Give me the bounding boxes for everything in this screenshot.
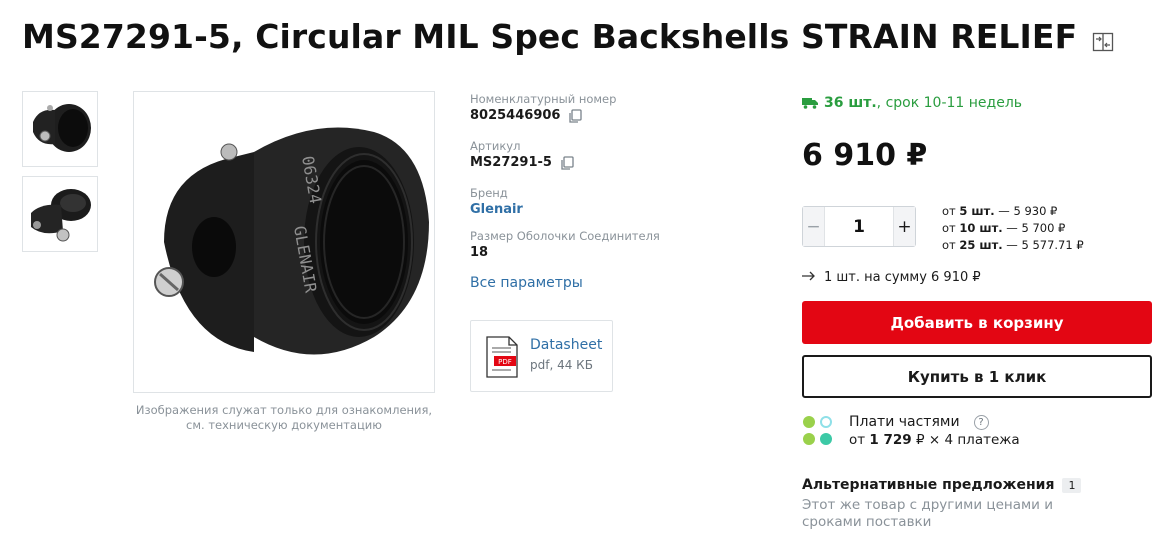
help-icon[interactable]: ? [973,414,989,430]
quantity-decrease-button[interactable]: − [803,207,825,246]
quantity-input[interactable] [825,207,893,246]
add-to-cart-button[interactable]: Добавить в корзину [802,301,1152,344]
price-tiers: от 5 шт. — 5 930 ₽ от 10 шт. — 5 700 ₽ о… [942,203,1084,254]
truck-icon [802,97,818,109]
spec-brand: Бренд Glenair [470,186,523,219]
price-tier: от 10 шт. — 5 700 ₽ [942,221,1066,235]
spec-article: Артикул MS27291-5 [470,139,574,172]
installments-amount: от 1 729 ₽ × 4 платежа [849,432,1020,448]
price-tier: от 25 шт. — 5 577.71 ₽ [942,238,1084,252]
image-disclaimer: Изображения служат только для ознакомлен… [135,403,433,432]
datasheet-card[interactable]: PDF Datasheet pdf, 44 КБ [470,320,613,392]
product-title: MS27291-5, Circular MIL Spec Backshells … [22,17,1078,56]
stock-term: , срок 10-11 недель [876,95,1023,111]
copy-icon[interactable] [560,155,574,171]
stock-quantity: 36 шт. [824,95,877,111]
gallery-thumbnail-1[interactable] [22,91,98,167]
buy-one-click-button[interactable]: Купить в 1 клик [802,355,1152,398]
alternatives-description: Этот же товар с другими ценами и сроками… [802,497,1054,530]
spec-shell-size: Размер Оболочки Соединителя 18 [470,229,660,262]
spec-label: Бренд [470,186,508,200]
installments-title: Плати частями [849,414,960,430]
price-tier: от 5 шт. — 5 930 ₽ [942,204,1058,218]
datasheet-meta: pdf, 44 КБ [530,358,593,372]
gallery-thumbnail-2[interactable] [22,176,98,252]
spec-label: Размер Оболочки Соединителя [470,229,660,243]
spec-value: 18 [470,245,489,260]
alternatives-link[interactable]: Альтернативные предложения 1 [802,477,1082,493]
spec-label: Номенклатурный номер [470,92,617,106]
split-payment-logo-icon [802,414,836,448]
quantity-stepper: − + [802,206,916,247]
product-price: 6 910 ₽ [802,138,928,173]
total-sum-text: 1 шт. на сумму 6 910 ₽ [824,270,981,285]
brand-link[interactable]: Glenair [470,201,523,219]
alternatives-title: Альтернативные предложения [802,477,1055,493]
spec-catalog-number: Номенклатурный номер 8025446906 [470,92,616,125]
copy-icon[interactable] [568,108,583,124]
stock-status: 36 шт., срок 10-11 недель [802,95,1022,111]
alternatives-count-badge: 1 [1062,477,1082,493]
arrow-right-icon [802,270,816,285]
pdf-icon: PDF [485,336,519,378]
datasheet-link[interactable]: Datasheet [530,337,602,353]
total-sum: 1 шт. на сумму 6 910 ₽ [802,270,981,285]
quantity-increase-button[interactable]: + [893,207,915,246]
compare-icon[interactable] [1091,30,1115,54]
spec-value: 8025446906 [470,108,561,123]
product-main-image[interactable]: 06324 GLENAIR [133,91,435,393]
spec-value: MS27291-5 [470,155,552,170]
spec-label: Артикул [470,139,521,153]
pdf-badge: PDF [498,358,512,366]
all-params-link[interactable]: Все параметры [470,275,583,291]
